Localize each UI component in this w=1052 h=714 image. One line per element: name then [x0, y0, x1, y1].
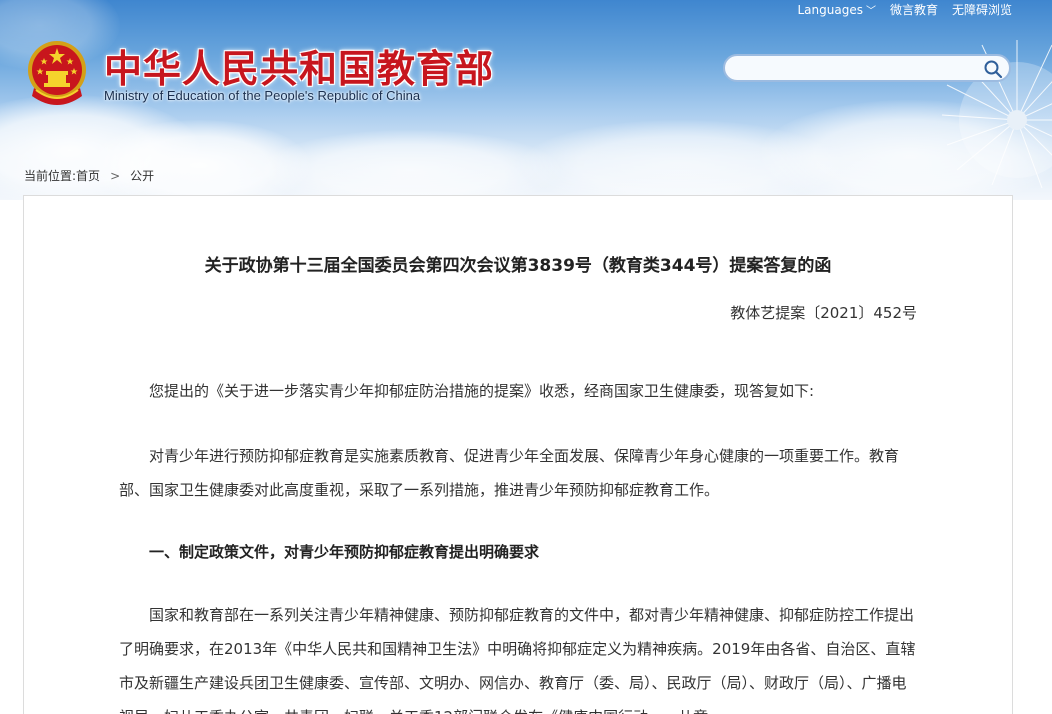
article-container: 关于政协第十三届全国委员会第四次会议第3839号（教育类344号）提案答复的函 …: [23, 195, 1013, 714]
article-paragraph: 对青少年进行预防抑郁症教育是实施素质教育、促进青少年全面发展、保障青少年身心健康…: [119, 439, 919, 507]
section-heading: 一、制定政策文件，对青少年预防抑郁症教育提出明确要求: [149, 543, 540, 561]
document-title: 关于政协第十三届全国委员会第四次会议第3839号（教育类344号）提案答复的函: [204, 256, 832, 276]
breadcrumb-separator: >: [110, 168, 121, 183]
paragraph-text: 您提出的《关于进一步落实青少年抑郁症防治措施的提案》收悉，经商国家卫生健康委，现…: [149, 382, 815, 400]
page: Languages ﹀ 微言教育 无障碍浏览 中华人民共和国教育部 Ministr…: [0, 0, 1052, 714]
site-title-english: Ministry of Education of the People's Re…: [104, 88, 421, 103]
document-number: 教体艺提案〔2021〕452号: [730, 304, 917, 322]
weibo-link[interactable]: 微言教育: [890, 1, 938, 18]
languages-label: Languages: [797, 2, 863, 17]
dandelion-decoration: [941, 40, 1052, 189]
chevron-down-icon: ﹀: [865, 5, 876, 17]
languages-menu[interactable]: Languages ﹀: [797, 2, 875, 17]
header-banner: Languages ﹀ 微言教育 无障碍浏览 中华人民共和国教育部 Ministr…: [0, 0, 1052, 200]
breadcrumb-current-link[interactable]: 公开: [130, 167, 154, 184]
national-emblem-icon: [28, 41, 86, 105]
site-title-chinese: 中华人民共和国教育部: [104, 46, 495, 91]
paragraph-text: 对青少年进行预防抑郁症教育是实施素质教育、促进青少年全面发展、保障青少年身心健康…: [119, 447, 900, 499]
article-paragraph: 国家和教育部在一系列关注青少年精神健康、预防抑郁症教育的文件中，都对青少年精神健…: [119, 598, 919, 714]
breadcrumb: 当前位置: 首页 > 公开: [24, 167, 154, 184]
search-icon[interactable]: [983, 59, 1003, 79]
search-box: [723, 54, 1011, 82]
breadcrumb-prefix: 当前位置:: [24, 169, 77, 183]
breadcrumb-home-link[interactable]: 首页: [76, 167, 100, 184]
search-input[interactable]: [739, 59, 983, 79]
top-utility-bar: Languages ﹀ 微言教育 无障碍浏览: [797, 0, 1012, 18]
article-paragraph: 您提出的《关于进一步落实青少年抑郁症防治措施的提案》收悉，经商国家卫生健康委，现…: [119, 374, 919, 408]
accessible-browsing-link[interactable]: 无障碍浏览: [952, 1, 1012, 18]
paragraph-text: 国家和教育部在一系列关注青少年精神健康、预防抑郁症教育的文件中，都对青少年精神健…: [119, 606, 916, 714]
